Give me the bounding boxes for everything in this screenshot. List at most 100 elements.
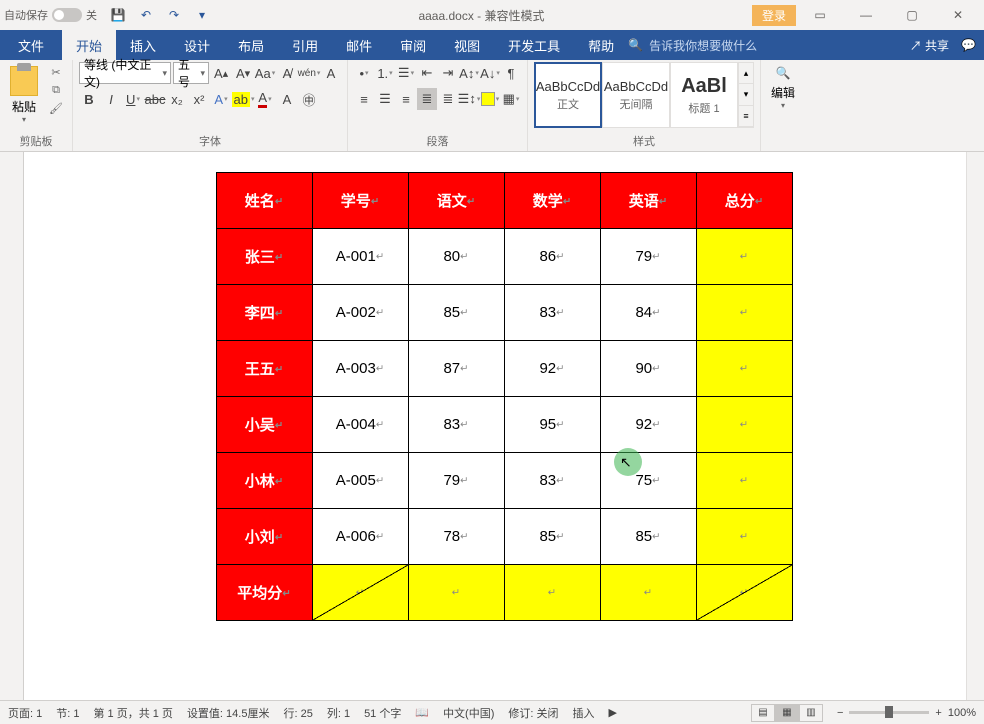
status-page[interactable]: 页面: 1 [8, 705, 42, 721]
status-words[interactable]: 51 个字 [364, 705, 401, 721]
align-center-icon[interactable]: ☰ [375, 88, 395, 110]
borders-icon[interactable]: ▦ [501, 88, 521, 110]
expand-icon[interactable]: ≡ [739, 106, 753, 127]
scroll-down-icon[interactable]: ▾ [739, 84, 753, 105]
ribbon-display-icon[interactable]: ▭ [798, 1, 842, 29]
font-color-icon[interactable]: A [255, 88, 275, 110]
shrink-font-icon[interactable]: A▾ [233, 62, 253, 84]
status-line[interactable]: 行: 25 [283, 705, 312, 721]
view-print-icon[interactable]: ▦ [775, 704, 799, 722]
total-cell[interactable]: ↵ [696, 285, 792, 341]
chinese-cell[interactable]: 78↵ [408, 509, 504, 565]
math-cell[interactable]: 86↵ [504, 229, 600, 285]
status-col[interactable]: 列: 1 [327, 705, 350, 721]
total-cell[interactable]: ↵ [696, 453, 792, 509]
char-border-icon[interactable]: A [321, 62, 341, 84]
tab-developer[interactable]: 开发工具 [494, 30, 574, 60]
find-button[interactable]: 🔍 编辑 ▾ [767, 62, 799, 114]
name-cell[interactable]: 小吴↵ [216, 397, 312, 453]
zoom-out-icon[interactable]: − [837, 707, 843, 719]
table-avg-row[interactable]: 平均分↵ ↵ ↵ ↵ ↵ ↵ [216, 565, 792, 621]
status-page-of[interactable]: 第 1 页，共 1 页 [93, 705, 172, 721]
align-distribute-icon[interactable]: ≣ [438, 88, 458, 110]
chinese-cell[interactable]: 83↵ [408, 397, 504, 453]
table-row[interactable]: 王五↵A-003↵87↵92↵90↵↵ [216, 341, 792, 397]
numbering-icon[interactable]: 1. [375, 62, 395, 84]
align-right-icon[interactable]: ≡ [396, 88, 416, 110]
status-macro-icon[interactable]: ▶ [609, 706, 617, 719]
total-cell[interactable]: ↵ [696, 397, 792, 453]
clear-format-icon[interactable]: A̸ [277, 62, 297, 84]
status-insert[interactable]: 插入 [573, 705, 595, 721]
redo-icon[interactable]: ↷ [165, 6, 183, 24]
sort-icon[interactable]: A↓ [480, 62, 500, 84]
scroll-up-icon[interactable]: ▴ [739, 63, 753, 84]
decrease-indent-icon[interactable]: ⇤ [417, 62, 437, 84]
english-cell[interactable]: 79↵ [600, 229, 696, 285]
vertical-ruler[interactable] [0, 152, 24, 700]
id-cell[interactable]: A-003↵ [312, 341, 408, 397]
multilevel-icon[interactable]: ☰ [396, 62, 416, 84]
table-row[interactable]: 小刘↵A-006↵78↵85↵85↵↵ [216, 509, 792, 565]
styles-more[interactable]: ▴ ▾ ≡ [738, 62, 754, 128]
page-canvas[interactable]: 姓名↵ 学号↵ 语文↵ 数学↵ 英语↵ 总分↵ 张三↵A-001↵80↵86↵7… [24, 152, 966, 700]
autosave-toggle[interactable]: 自动保存 关 [4, 7, 97, 23]
highlight-icon[interactable]: ab [233, 88, 253, 110]
avg-chinese-cell[interactable]: ↵ [408, 565, 504, 621]
view-web-icon[interactable]: ▥ [799, 704, 823, 722]
english-cell[interactable]: 90↵ [600, 341, 696, 397]
header-math[interactable]: 数学↵ [504, 173, 600, 229]
id-cell[interactable]: A-002↵ [312, 285, 408, 341]
english-cell[interactable]: 75↵ [600, 453, 696, 509]
cut-icon[interactable]: ✂ [48, 64, 64, 80]
change-case-icon[interactable]: Aa [255, 62, 275, 84]
save-icon[interactable]: 💾 [109, 6, 127, 24]
header-chinese[interactable]: 语文↵ [408, 173, 504, 229]
chinese-cell[interactable]: 85↵ [408, 285, 504, 341]
math-cell[interactable]: 92↵ [504, 341, 600, 397]
id-cell[interactable]: A-001↵ [312, 229, 408, 285]
comments-icon[interactable]: 💬 [961, 38, 976, 52]
minimize-icon[interactable]: — [844, 1, 888, 29]
total-cell[interactable]: ↵ [696, 509, 792, 565]
avg-label-cell[interactable]: 平均分↵ [216, 565, 312, 621]
id-cell[interactable]: A-005↵ [312, 453, 408, 509]
maximize-icon[interactable]: ▢ [890, 1, 934, 29]
paste-button[interactable]: 粘贴 ▾ [6, 62, 42, 128]
zoom-slider[interactable] [849, 711, 929, 714]
page[interactable]: 姓名↵ 学号↵ 语文↵ 数学↵ 英语↵ 总分↵ 张三↵A-001↵80↵86↵7… [104, 172, 904, 672]
id-cell[interactable]: A-006↵ [312, 509, 408, 565]
font-size-combo[interactable]: 五号 [173, 62, 209, 84]
header-total[interactable]: 总分↵ [696, 173, 792, 229]
show-marks-icon[interactable]: ¶ [501, 62, 521, 84]
grow-font-icon[interactable]: A▴ [211, 62, 231, 84]
style-no-spacing[interactable]: AaBbCcDd 无间隔 [602, 62, 670, 128]
name-cell[interactable]: 李四↵ [216, 285, 312, 341]
math-cell[interactable]: 83↵ [504, 453, 600, 509]
math-cell[interactable]: 85↵ [504, 509, 600, 565]
header-id[interactable]: 学号↵ [312, 173, 408, 229]
header-english[interactable]: 英语↵ [600, 173, 696, 229]
status-track[interactable]: 修订: 关闭 [508, 705, 558, 721]
tab-review[interactable]: 审阅 [386, 30, 440, 60]
tab-mailings[interactable]: 邮件 [332, 30, 386, 60]
avg-total-cell[interactable]: ↵ [696, 565, 792, 621]
superscript-icon[interactable]: x² [189, 88, 209, 110]
math-cell[interactable]: 83↵ [504, 285, 600, 341]
bold-icon[interactable]: B [79, 88, 99, 110]
english-cell[interactable]: 92↵ [600, 397, 696, 453]
text-effects-icon[interactable]: A [211, 88, 231, 110]
status-spellcheck-icon[interactable]: 📖 [415, 706, 429, 719]
shading-icon[interactable] [480, 88, 500, 110]
undo-icon[interactable]: ↶ [137, 6, 155, 24]
name-cell[interactable]: 张三↵ [216, 229, 312, 285]
chinese-cell[interactable]: 80↵ [408, 229, 504, 285]
zoom-control[interactable]: − + 100% [837, 707, 976, 719]
status-lang[interactable]: 中文(中国) [443, 705, 494, 721]
avg-id-cell[interactable]: ↵ [312, 565, 408, 621]
zoom-value[interactable]: 100% [948, 707, 976, 719]
avg-english-cell[interactable]: ↵ [600, 565, 696, 621]
phonetic-guide-icon[interactable]: wén [299, 62, 319, 84]
format-painter-icon[interactable]: 🖌 [48, 100, 64, 116]
bullets-icon[interactable]: • [354, 62, 374, 84]
